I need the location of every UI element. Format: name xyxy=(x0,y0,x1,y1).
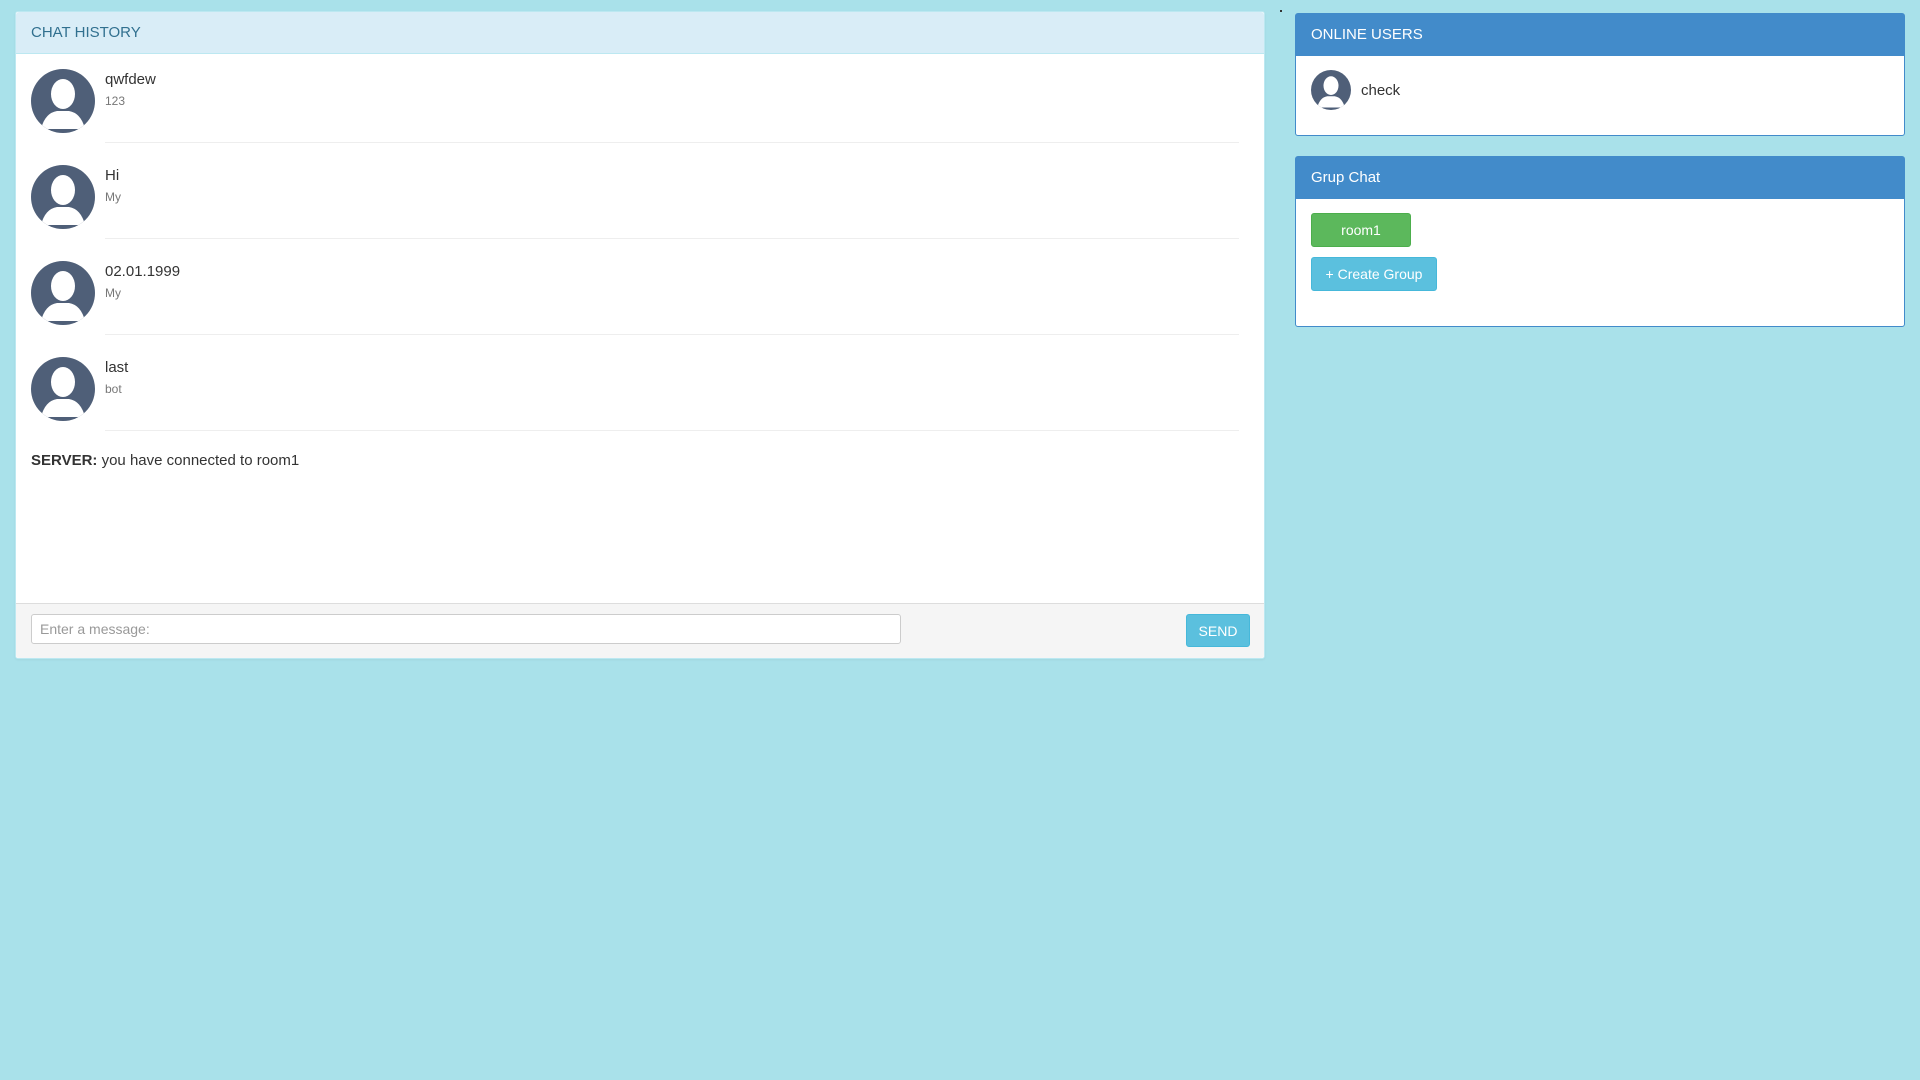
online-users-heading: ONLINE USERS xyxy=(1296,14,1904,56)
message-sender: My xyxy=(105,190,121,204)
message-input[interactable] xyxy=(31,614,901,644)
message-text: 02.01.1999 xyxy=(105,263,181,280)
user-avatar-icon xyxy=(31,357,95,421)
message-content: Hi My xyxy=(105,162,1239,239)
chat-message: 02.01.1999 My xyxy=(31,258,1249,354)
create-group-button[interactable]: + Create Group xyxy=(1311,257,1437,291)
message-sender: My xyxy=(105,286,121,300)
chat-message: last bot xyxy=(31,354,1249,450)
user-avatar-icon xyxy=(31,261,95,325)
message-sender: 123 xyxy=(105,94,126,108)
message-content: 02.01.1999 My xyxy=(105,258,1239,335)
room-button-room1[interactable]: room1 xyxy=(1311,213,1411,247)
user-avatar-icon xyxy=(1311,70,1351,110)
message-text: last xyxy=(105,359,129,376)
user-avatar-icon xyxy=(31,69,95,133)
chat-footer: SEND xyxy=(16,603,1264,658)
online-user-name: check xyxy=(1361,82,1401,99)
message-content: last bot xyxy=(105,354,1239,431)
group-chat-body: room1 + Create Group xyxy=(1296,199,1904,305)
send-button[interactable]: SEND xyxy=(1186,614,1250,647)
stray-dot xyxy=(1280,10,1282,12)
message-text: Hi xyxy=(105,167,120,184)
online-users-panel: ONLINE USERS check xyxy=(1295,13,1905,136)
message-text: qwfdew xyxy=(105,71,156,88)
chat-message: Hi My xyxy=(31,162,1249,258)
message-sender: bot xyxy=(105,382,122,396)
group-chat-heading: Grup Chat xyxy=(1296,157,1904,199)
message-content: qwfdew 123 xyxy=(105,66,1239,143)
server-label: SERVER: xyxy=(31,452,98,469)
chat-message: qwfdew 123 xyxy=(31,66,1249,162)
chat-history-heading: CHAT HISTORY xyxy=(16,12,1264,54)
group-chat-panel: Grup Chat room1 + Create Group xyxy=(1295,156,1905,327)
online-user-item[interactable]: check xyxy=(1296,56,1904,126)
user-avatar-icon xyxy=(31,165,95,229)
server-text: you have connected to room1 xyxy=(101,452,300,469)
chat-body[interactable]: qwfdew 123 Hi My 02.01.1999 My last bot … xyxy=(16,54,1264,604)
server-message: SERVER: you have connected to room1 xyxy=(31,452,1249,469)
chat-panel: CHAT HISTORY qwfdew 123 Hi My 02.01.1999… xyxy=(15,11,1265,659)
